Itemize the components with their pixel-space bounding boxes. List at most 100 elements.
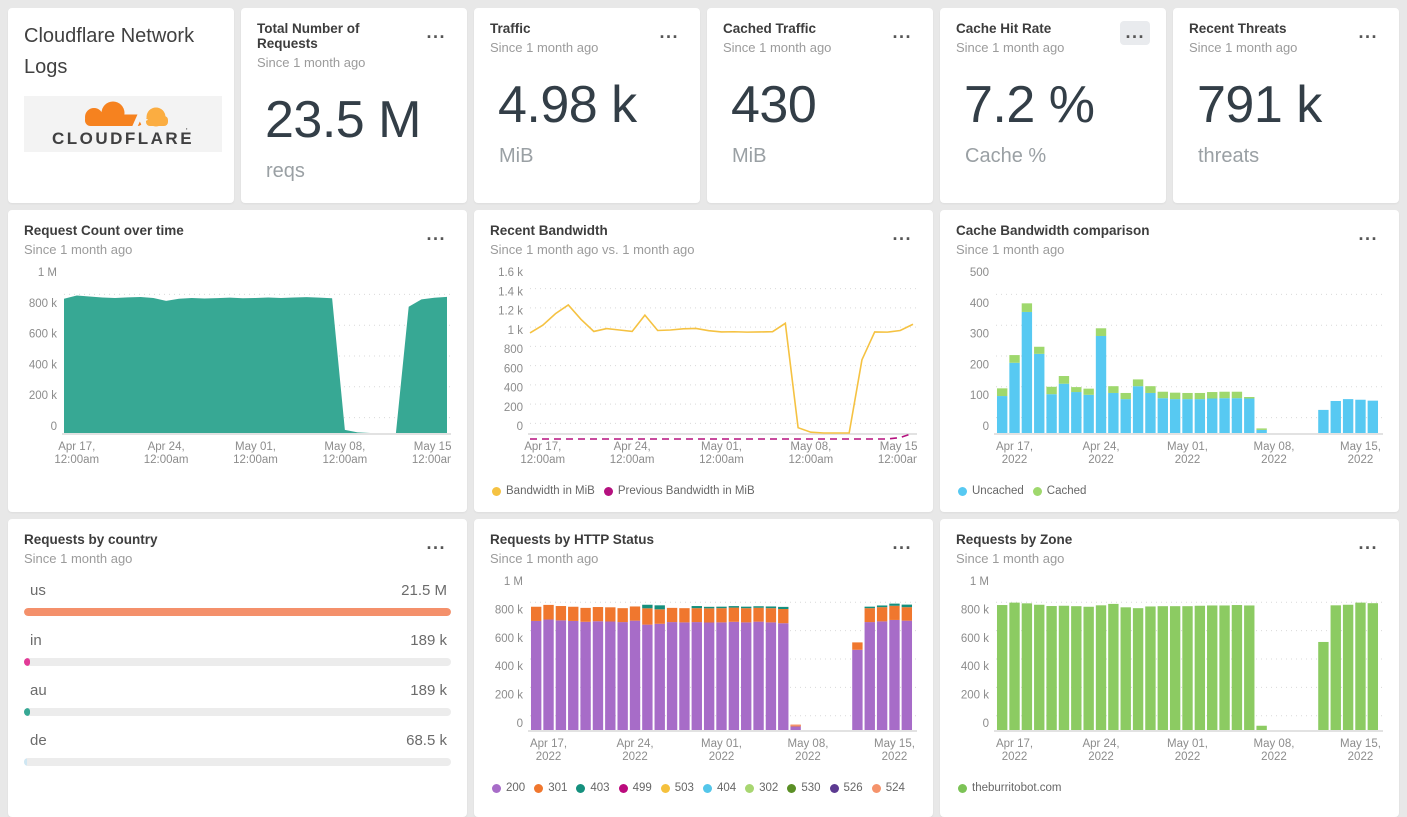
- country-value: 68.5 k: [406, 732, 447, 749]
- panel-title: Traffic: [490, 21, 531, 36]
- svg-text:200: 200: [970, 359, 989, 371]
- svg-text:100: 100: [970, 390, 989, 402]
- svg-text:1.6 k: 1.6 k: [498, 267, 523, 279]
- legend-item[interactable]: Bandwidth in MiB: [492, 485, 595, 497]
- svg-text:0: 0: [517, 421, 523, 433]
- svg-text:0: 0: [983, 718, 989, 730]
- country-value: 21.5 M: [401, 582, 447, 599]
- svg-text:0: 0: [51, 421, 57, 433]
- legend-dot: [660, 783, 670, 793]
- svg-text:1 M: 1 M: [504, 576, 523, 588]
- panel-menu-button[interactable]: ...: [1353, 21, 1383, 45]
- panel-subtitle: Since 1 month ago: [956, 551, 1065, 566]
- legend-item[interactable]: 499: [618, 782, 652, 794]
- panel-subtitle: Since 1 month ago: [24, 551, 133, 566]
- stat-value: 4.98 k: [498, 76, 637, 134]
- panel-subtitle: Since 1 month ago: [490, 551, 599, 566]
- legend-item[interactable]: 503: [660, 782, 694, 794]
- svg-text:Apr 24,2022: Apr 24, 2022: [616, 738, 653, 763]
- legend-item[interactable]: 403: [576, 782, 610, 794]
- legend-item[interactable]: 526: [829, 782, 863, 794]
- svg-text:800 k: 800 k: [495, 604, 523, 616]
- panel-menu-button[interactable]: ...: [654, 21, 684, 45]
- svg-text:1.2 k: 1.2 k: [498, 306, 523, 318]
- svg-text:May 15,2022: May 15, 2022: [1340, 738, 1381, 763]
- svg-text:200 k: 200 k: [961, 690, 989, 702]
- panel-menu-button[interactable]: ...: [887, 21, 917, 45]
- panel-menu-button[interactable]: ...: [887, 223, 917, 247]
- panel-menu-button[interactable]: ...: [421, 223, 451, 247]
- http-status-legend: 200 301 403 499 503 404 302 530 526 524: [492, 782, 917, 794]
- panel-title: Recent Threats: [1189, 21, 1287, 36]
- svg-text:May 01,12:00am: May 01, 12:00am: [699, 441, 744, 466]
- stat-unit: MiB: [499, 145, 534, 167]
- svg-text:400: 400: [504, 383, 523, 395]
- cloudflare-logo-icon: CLOUDFLARE ': [52, 101, 192, 148]
- bandwidth-legend: Bandwidth in MiB Previous Bandwidth in Mi…: [492, 485, 917, 497]
- country-bar: [24, 608, 451, 616]
- legend-dot: [534, 783, 544, 793]
- svg-text:Apr 24,2022: Apr 24, 2022: [1082, 441, 1119, 466]
- legend-item[interactable]: 524: [871, 782, 905, 794]
- legend-dot: [702, 783, 712, 793]
- stat-value: 23.5 M: [265, 91, 421, 149]
- country-value: 189 k: [410, 682, 447, 699]
- legend-item[interactable]: Previous Bandwidth in MiB: [603, 485, 755, 497]
- svg-text:200 k: 200 k: [495, 690, 523, 702]
- country-bar-track: [24, 758, 451, 766]
- panel-title: Total Number of Requests: [257, 21, 360, 51]
- legend-item[interactable]: 301: [534, 782, 567, 794]
- legend-item[interactable]: Uncached: [958, 485, 1024, 497]
- legend-dot: [958, 783, 967, 793]
- svg-text:Apr 17,12:00am: Apr 17, 12:00am: [520, 441, 565, 466]
- legend-item[interactable]: Cached: [1032, 485, 1086, 497]
- legend-item[interactable]: 200: [492, 782, 525, 794]
- svg-text:May 08,2022: May 08, 2022: [1254, 441, 1295, 466]
- zone-legend: theburritobot.com: [958, 782, 1383, 794]
- zone-bar-chart: 1 M 800 k 600 k 400 k 200 k 0 Apr 17, 2022 Apr 2…: [956, 574, 1383, 774]
- svg-text:600 k: 600 k: [29, 329, 57, 341]
- legend-item[interactable]: 404: [702, 782, 736, 794]
- http-status-bar-chart: 1 M 800 k 600 k 400 k 200 k 0 Apr 17, 2022 Apr 2…: [490, 574, 917, 774]
- svg-text:May 01,2022: May 01, 2022: [1167, 738, 1208, 763]
- country-label: au: [30, 682, 47, 699]
- svg-text:May 01,2022: May 01, 2022: [1167, 441, 1208, 466]
- svg-text:1 k: 1 k: [508, 325, 524, 337]
- request-count-area-chart: 1 M 800 k 600 k 400 k 200 k 0 Apr 17, 12:00am Ap…: [24, 265, 451, 477]
- legend-dot: [745, 783, 755, 793]
- svg-text:200 k: 200 k: [29, 390, 57, 402]
- panel-subtitle: Since 1 month ago: [24, 242, 133, 257]
- country-label: de: [30, 732, 47, 749]
- svg-text:May 01,12:00am: May 01, 12:00am: [233, 441, 278, 466]
- panel-branding: Cloudflare Network Logs CLOUDFLARE ': [8, 8, 234, 203]
- panel-cache-hit-rate: Cache Hit Rate Since 1 month ago ... 7.2…: [940, 8, 1166, 203]
- legend-item[interactable]: 302: [745, 782, 778, 794]
- panel-subtitle: Since 1 month ago: [723, 40, 832, 55]
- panel-menu-button[interactable]: ...: [421, 532, 451, 556]
- svg-text:May 08,2022: May 08, 2022: [1254, 738, 1295, 763]
- svg-text:400 k: 400 k: [29, 359, 57, 371]
- svg-text:400: 400: [970, 298, 989, 310]
- panel-subtitle: Since 1 month ago: [257, 55, 366, 70]
- panel-requests-by-zone: Requests by Zone Since 1 month ago ... 1…: [940, 519, 1399, 817]
- svg-text:May 15,12:00am: May 15,12:00am: [878, 441, 917, 466]
- svg-text:Apr 24,12:00am: Apr 24, 12:00am: [144, 441, 189, 466]
- country-label: in: [30, 632, 42, 649]
- svg-text:800 k: 800 k: [29, 298, 57, 310]
- legend-item[interactable]: 530: [787, 782, 821, 794]
- legend-dot: [787, 783, 797, 793]
- panel-menu-button[interactable]: ...: [1120, 21, 1150, 45]
- panel-requests-by-http-status: Requests by HTTP Status Since 1 month ag…: [474, 519, 933, 817]
- stat-unit: reqs: [266, 160, 305, 182]
- svg-text:May 08,12:00am: May 08, 12:00am: [788, 441, 833, 466]
- panel-recent-bandwidth: Recent Bandwidth Since 1 month ago vs. 1…: [474, 210, 933, 512]
- panel-menu-button[interactable]: ...: [421, 21, 451, 45]
- panel-title: Cache Bandwidth comparison: [956, 223, 1150, 238]
- svg-text:May 15,12:00am: May 15,12:00am: [412, 441, 451, 466]
- panel-cached-traffic: Cached Traffic Since 1 month ago ... 430…: [707, 8, 933, 203]
- panel-menu-button[interactable]: ...: [1353, 532, 1383, 556]
- legend-item[interactable]: theburritobot.com: [958, 782, 1062, 794]
- panel-menu-button[interactable]: ...: [887, 532, 917, 556]
- panel-menu-button[interactable]: ...: [1353, 223, 1383, 247]
- svg-text:May 08,12:00am: May 08, 12:00am: [322, 441, 367, 466]
